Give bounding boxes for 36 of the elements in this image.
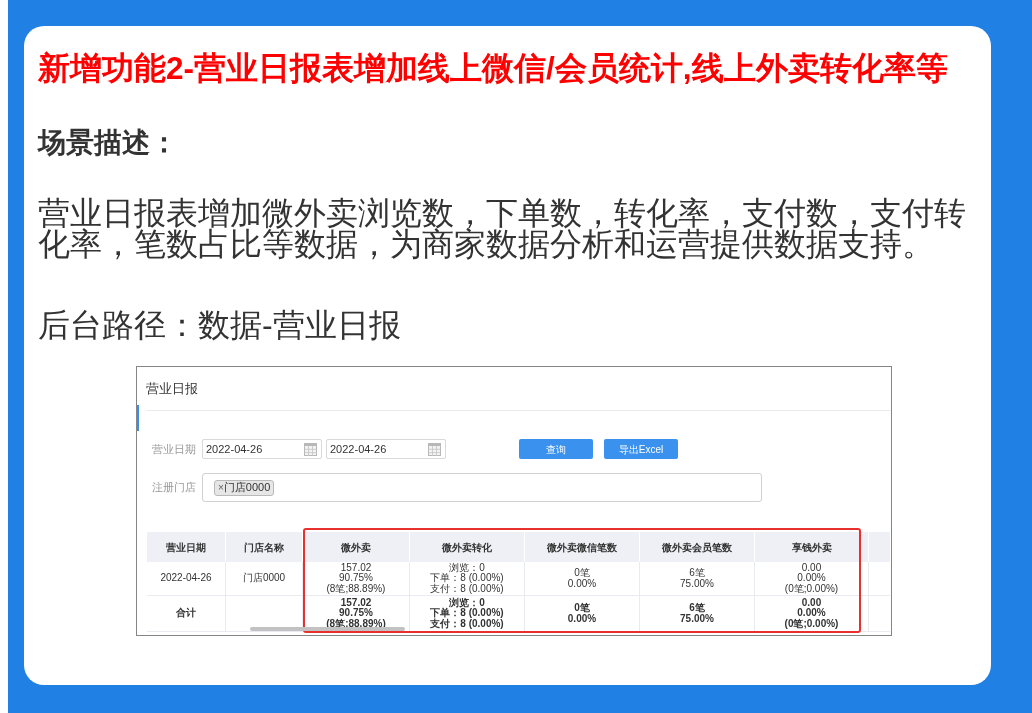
tag-remove-button[interactable]: × — [218, 482, 224, 493]
section-title: 场景描述： — [38, 126, 178, 160]
table-cell: 0笔 0.00% — [525, 596, 640, 632]
table-header-cell: 营业日期 — [147, 532, 226, 562]
table-cell: 浏览：0 下单：8 (0.00%) 支付：8 (0.00%) — [410, 562, 525, 596]
table-header-cell: 微外卖会员笔数 — [640, 532, 755, 562]
table-cell: 157.02 90.75% (8笔;88.89%) — [303, 562, 410, 596]
report-title: 营业日报 — [146, 379, 198, 398]
table-cell: 浏览：0 下单：8 (0.00%) 支付：8 (0.00%) — [410, 596, 525, 632]
scrollbar-thumb[interactable] — [250, 627, 405, 631]
calendar-icon[interactable] — [304, 442, 317, 456]
table-header-cell — [869, 532, 890, 562]
table-cell: 门店0000 — [226, 562, 303, 596]
calendar-icon[interactable] — [428, 442, 441, 456]
store-select-field[interactable]: ×门店0000 — [202, 473, 762, 502]
filter-label: 营业日期 — [152, 441, 197, 457]
feature-heading: 新增功能2-营业日报表增加线上微信/会员统计,线上外卖转化率等 — [38, 50, 948, 86]
filter-label: 注册门店 — [152, 480, 197, 495]
table-cell: 6笔 75.00% — [640, 562, 755, 596]
table-header-cell: 微外卖转化 — [410, 532, 525, 562]
description-text: 营业日报表增加微外卖浏览数，下单数，转化率，支付数，支付转化率，笔数占比等数据，为商家数据分析和运营提供数据支持。 — [38, 198, 967, 260]
table-cell: 0.00 0.00% (0笔;0.00%) — [755, 596, 869, 632]
admin-path-text: 后台路径：数据-营业日报 — [38, 307, 401, 343]
table-cell: 6笔 75.00% — [640, 596, 755, 632]
table-cell: 合计 — [147, 596, 226, 632]
table-header-cell: 微外卖微信笔数 — [525, 532, 640, 562]
date-field[interactable]: 2022-04-26 — [202, 439, 322, 459]
table-header-cell: 享钱外卖 — [755, 532, 869, 562]
tag-label: 门店0000 — [223, 480, 271, 496]
table-header-cell: 门店名称 — [226, 532, 303, 562]
table-cell: 0.00 0.00% (0笔;0.00%) — [755, 562, 869, 596]
table-cell: 0笔 0.00% — [525, 562, 640, 596]
table-cell: 2022-04-26 — [147, 562, 226, 596]
date-field[interactable]: 2022-04-26 — [326, 439, 446, 459]
table-header-cell: 微外卖 — [303, 532, 410, 562]
accent-bar — [137, 405, 139, 431]
